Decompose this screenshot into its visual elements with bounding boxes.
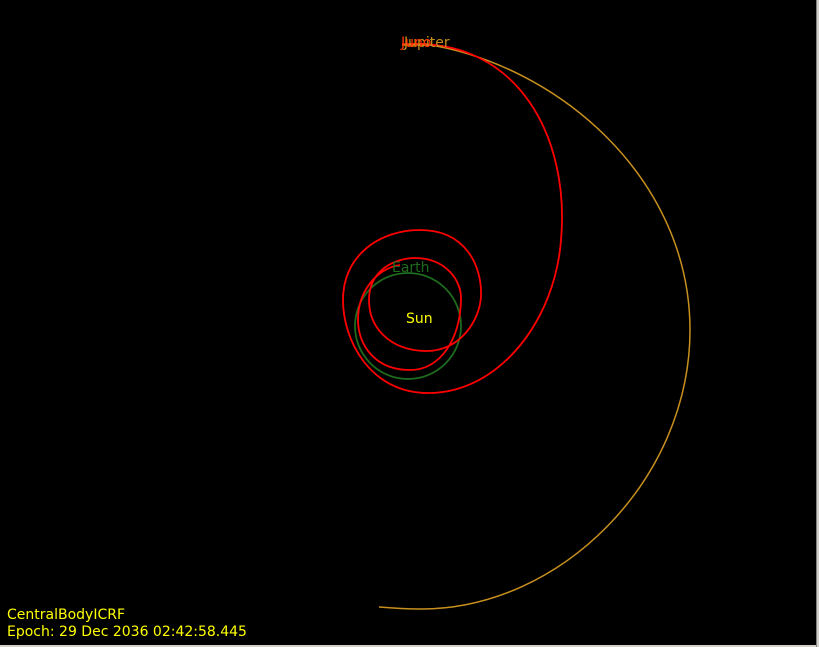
- 3d-viewport[interactable]: Jupiter Juno Earth Sun CentralBodyICRF E…: [0, 0, 816, 645]
- orbit-scene: Jupiter Juno Earth Sun: [342, 35, 691, 610]
- spacecraft-trajectory: [342, 43, 563, 394]
- reference-frame-label: CentralBodyICRF: [7, 607, 126, 623]
- earth-label: Earth: [392, 260, 430, 276]
- spacecraft-label: Juno: [400, 35, 431, 51]
- sun-label: Sun: [406, 311, 433, 327]
- viewport-overlay: CentralBodyICRF Epoch: 29 Dec 2036 02:42…: [7, 607, 247, 641]
- epoch-label: Epoch: 29 Dec 2036 02:42:58.445: [7, 624, 247, 640]
